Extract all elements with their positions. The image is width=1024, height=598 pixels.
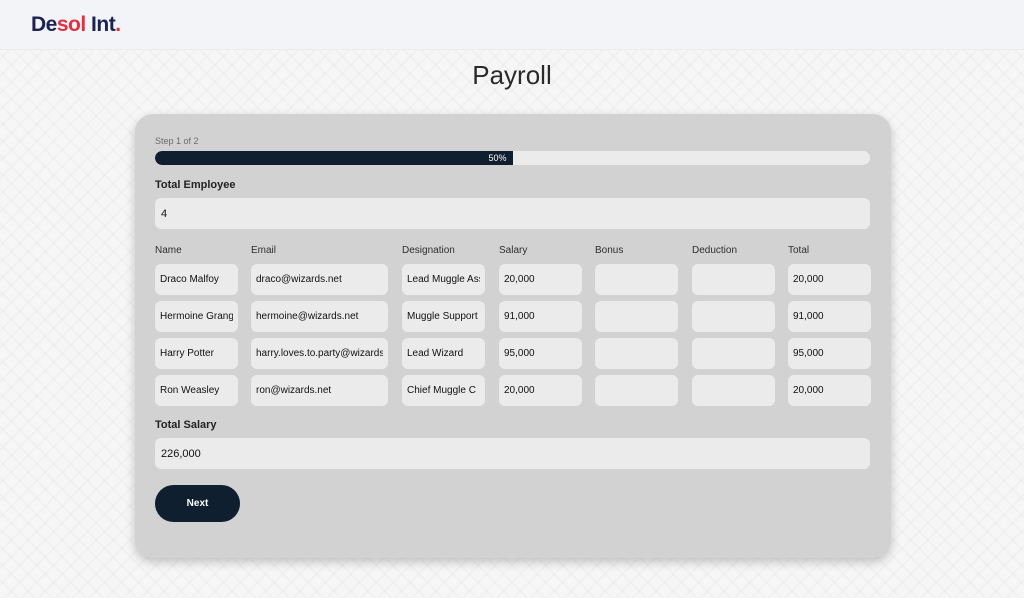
employee-email-input[interactable] [251, 264, 388, 295]
employee-name-input[interactable] [155, 301, 238, 332]
column-header-name: Name [155, 245, 182, 256]
column-header-salary: Salary [499, 245, 528, 256]
employee-bonus-input[interactable] [595, 264, 678, 295]
column-header-deduction: Deduction [692, 245, 738, 256]
step-indicator: Step 1 of 2 [155, 136, 199, 146]
employee-bonus-input[interactable] [595, 301, 678, 332]
employee-name-input[interactable] [155, 264, 238, 295]
next-button[interactable]: Next [155, 485, 240, 522]
employee-salary-input[interactable] [499, 301, 582, 332]
employee-bonus-input[interactable] [595, 375, 678, 406]
top-header: Desol Int. [0, 0, 1024, 50]
employee-total-input[interactable] [788, 264, 871, 295]
employee-deduction-input[interactable] [692, 338, 775, 369]
employee-salary-input[interactable] [499, 375, 582, 406]
employee-email-input[interactable] [251, 338, 388, 369]
total-salary-input[interactable] [155, 438, 870, 469]
employee-name-input[interactable] [155, 375, 238, 406]
total-employee-input[interactable] [155, 198, 870, 229]
employee-salary-input[interactable] [499, 338, 582, 369]
page-title: Payroll [472, 60, 552, 90]
logo-dot: . [115, 13, 121, 36]
employee-designation-input[interactable] [402, 301, 485, 332]
progress-bar-fill: 50% [155, 151, 513, 165]
employee-designation-input[interactable] [402, 338, 485, 369]
logo-text-part2: sol [56, 13, 86, 36]
column-header-total: Total [788, 245, 810, 256]
progress-bar: 50% [155, 151, 870, 165]
column-header-bonus: Bonus [595, 245, 624, 256]
total-employee-label: Total Employee [155, 179, 236, 191]
column-header-email: Email [251, 245, 277, 256]
employee-deduction-input[interactable] [692, 264, 775, 295]
employee-designation-input[interactable] [402, 375, 485, 406]
logo-text-part3: Int [85, 13, 116, 36]
logo-text-part1: De [31, 13, 57, 36]
employee-total-input[interactable] [788, 375, 871, 406]
total-salary-label: Total Salary [155, 419, 217, 431]
column-header-designation: Designation [402, 245, 455, 256]
company-logo[interactable]: Desol Int. [31, 13, 121, 37]
employee-deduction-input[interactable] [692, 375, 775, 406]
payroll-form-card: Step 1 of 2 50% Total Employee Name Emai… [135, 114, 891, 558]
employee-salary-input[interactable] [499, 264, 582, 295]
employee-deduction-input[interactable] [692, 301, 775, 332]
employee-total-input[interactable] [788, 338, 871, 369]
employee-total-input[interactable] [788, 301, 871, 332]
employee-designation-input[interactable] [402, 264, 485, 295]
employee-bonus-input[interactable] [595, 338, 678, 369]
employee-name-input[interactable] [155, 338, 238, 369]
employee-email-input[interactable] [251, 301, 388, 332]
employee-email-input[interactable] [251, 375, 388, 406]
